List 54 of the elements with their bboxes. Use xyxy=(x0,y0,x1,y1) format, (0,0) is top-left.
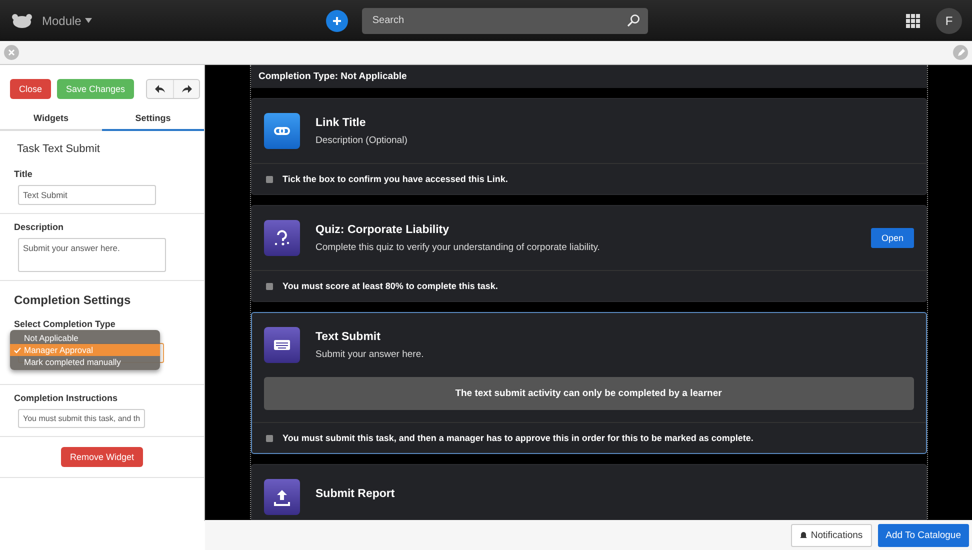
card-title: Text Submit xyxy=(316,330,382,342)
search-input[interactable]: Search xyxy=(370,14,574,27)
dropdown-option[interactable]: Mark completed manually xyxy=(10,356,160,368)
keyboard-icon xyxy=(264,327,300,363)
apps-grid-icon[interactable] xyxy=(906,14,920,28)
field-label: Completion Instructions xyxy=(14,393,118,403)
instructions-field[interactable]: You must submit this task, and th xyxy=(18,409,146,428)
completion-note: You must submit this task, and then a manager has to approve this in order for this to be marked as complete. xyxy=(282,433,754,443)
add-button[interactable] xyxy=(326,10,348,32)
notifications-button[interactable]: Notifications xyxy=(790,524,872,546)
field-label: Select Completion Type xyxy=(14,319,116,329)
completion-note: Tick the box to confirm you have accessed this Link. xyxy=(282,174,508,184)
checkbox[interactable] xyxy=(266,282,272,290)
activity-card[interactable] xyxy=(250,312,926,454)
logo-icon[interactable] xyxy=(10,12,34,28)
plus-icon xyxy=(332,16,342,26)
description-field[interactable]: Submit your answer here. xyxy=(18,238,166,272)
caret-icon xyxy=(85,18,92,23)
card-title: Link Title xyxy=(316,116,367,128)
check-icon xyxy=(14,347,21,354)
dropdown-option[interactable]: Not Applicable xyxy=(10,332,160,344)
user-avatar[interactable]: F xyxy=(936,8,962,34)
card-title: Submit Report xyxy=(316,488,395,500)
completion-type-label: Completion Type: Not Applicable xyxy=(250,65,926,88)
title-field[interactable]: Text Submit xyxy=(18,185,156,205)
activity-card[interactable]: Quiz: Corporate Liability Complete this quiz to verify your understanding of corporate liability. Open You must score at least 80% to complete this task. xyxy=(250,205,926,302)
search-icon[interactable] xyxy=(627,14,640,27)
checkbox[interactable] xyxy=(266,434,272,442)
module-menu[interactable]: Module xyxy=(42,14,92,28)
remove-widget-button[interactable]: Remove Widget xyxy=(60,447,144,467)
add-to-catalogue-button[interactable]: Add To Catalogue xyxy=(878,524,969,546)
close-button[interactable]: Close xyxy=(10,79,52,99)
field-label: Description xyxy=(14,222,65,232)
card-description: Description (Optional) xyxy=(316,134,408,146)
open-button[interactable]: Open xyxy=(871,228,914,248)
completion-note: You must score at least 80% to complete this task. xyxy=(282,281,498,291)
activity-card[interactable]: Link Title Description (Optional) Tick the box to confirm you have accessed this Link. xyxy=(250,98,926,195)
field-label: Title xyxy=(14,169,34,179)
link-icon xyxy=(264,113,300,149)
undo-icon xyxy=(155,85,166,93)
bell-icon xyxy=(800,531,807,539)
panel-heading: Task Text Submit xyxy=(16,142,101,157)
activity-card[interactable]: Submit Report xyxy=(250,464,926,521)
card-description: Submit your answer here. xyxy=(316,348,424,360)
search-field[interactable]: Search xyxy=(362,8,648,34)
notice-banner: The text submit activity can only be completed by a learner xyxy=(264,377,914,410)
checkbox[interactable] xyxy=(266,176,272,182)
question-icon xyxy=(264,220,300,256)
upload-icon xyxy=(264,479,300,515)
card-title: Quiz: Corporate Liability xyxy=(316,224,450,236)
panel-tab[interactable]: Widgets xyxy=(0,107,102,131)
card-description: Complete this quiz to verify your understanding of corporate liability. xyxy=(316,242,600,252)
redo-icon xyxy=(182,85,192,93)
section-heading: Completion Settings xyxy=(14,293,132,307)
